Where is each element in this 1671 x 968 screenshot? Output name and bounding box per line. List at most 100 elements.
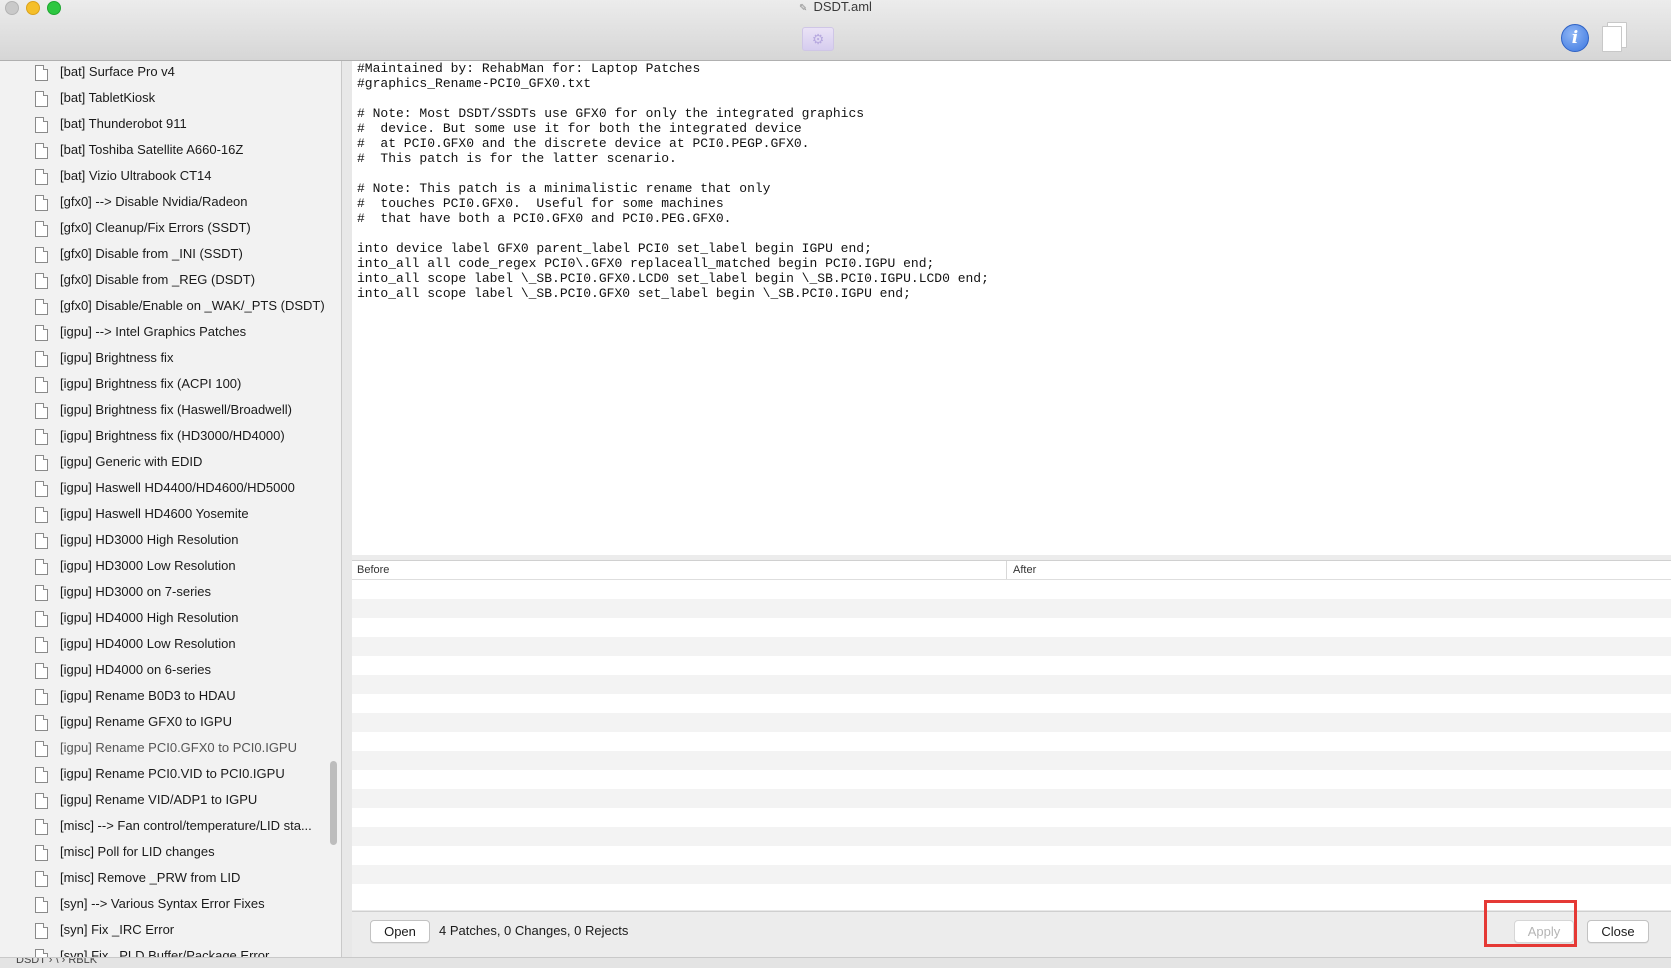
table-row[interactable]: [352, 713, 1671, 732]
table-row[interactable]: [352, 637, 1671, 656]
sidebar-item[interactable]: [igpu] Rename PCI0.GFX0 to PCI0.IGPU: [0, 735, 328, 761]
diff-rows: [352, 580, 1671, 903]
sidebar-item[interactable]: [igpu] Brightness fix: [0, 345, 328, 371]
file-icon: [35, 455, 48, 471]
sidebar-item[interactable]: [igpu] --> Intel Graphics Patches: [0, 319, 328, 345]
sidebar-item-label: [gfx0] Disable/Enable on _WAK/_PTS (DSDT…: [60, 298, 325, 313]
sidebar-item-label: [igpu] Rename PCI0.VID to PCI0.IGPU: [60, 766, 285, 781]
sidebar-item[interactable]: [igpu] HD4000 High Resolution: [0, 605, 328, 631]
page-front-shape: [1602, 26, 1622, 52]
table-row[interactable]: [352, 789, 1671, 808]
file-icon: [35, 741, 48, 757]
sidebar-item[interactable]: [misc] --> Fan control/temperature/LID s…: [0, 813, 328, 839]
sidebar-item[interactable]: [igpu] Brightness fix (HD3000/HD4000): [0, 423, 328, 449]
sidebar-item[interactable]: [bat] Surface Pro v4: [0, 61, 328, 85]
sidebar-item[interactable]: [igpu] Rename GFX0 to IGPU: [0, 709, 328, 735]
table-row[interactable]: [352, 656, 1671, 675]
table-row[interactable]: [352, 865, 1671, 884]
sidebar-item[interactable]: [igpu] Rename VID/ADP1 to IGPU: [0, 787, 328, 813]
bottom-bar: Open 4 Patches, 0 Changes, 0 Rejects App…: [352, 911, 1671, 958]
sidebar-item-label: [igpu] Brightness fix: [60, 350, 174, 365]
sidebar-item[interactable]: [syn] --> Various Syntax Error Fixes: [0, 891, 328, 917]
patch-text-editor[interactable]: #Maintained by: RehabMan for: Laptop Pat…: [352, 61, 1671, 556]
sidebar-item-label: [igpu] Rename B0D3 to HDAU: [60, 688, 236, 703]
file-icon: [35, 273, 48, 289]
file-icon: [35, 507, 48, 523]
sidebar-item[interactable]: [igpu] Rename B0D3 to HDAU: [0, 683, 328, 709]
column-header-before[interactable]: Before: [357, 564, 389, 576]
file-icon: [35, 117, 48, 133]
file-icon: [35, 845, 48, 861]
table-row[interactable]: [352, 580, 1671, 599]
info-icon[interactable]: i: [1561, 24, 1589, 52]
patch-text[interactable]: #Maintained by: RehabMan for: Laptop Pat…: [357, 61, 989, 301]
file-icon: [35, 403, 48, 419]
file-icon: [35, 767, 48, 783]
sidebar-item[interactable]: [gfx0] Cleanup/Fix Errors (SSDT): [0, 215, 328, 241]
gear-icon[interactable]: ⚙: [802, 27, 834, 51]
sidebar-item[interactable]: [igpu] HD3000 on 7-series: [0, 579, 328, 605]
sidebar-item[interactable]: [syn] Fix _IRC Error: [0, 917, 328, 943]
table-row[interactable]: [352, 770, 1671, 789]
table-row[interactable]: [352, 599, 1671, 618]
sidebar-item-label: [igpu] HD3000 on 7-series: [60, 584, 212, 599]
sidebar-item[interactable]: [misc] Remove _PRW from LID: [0, 865, 328, 891]
sidebar-item[interactable]: [igpu] Brightness fix (Haswell/Broadwell…: [0, 397, 328, 423]
table-row[interactable]: [352, 884, 1671, 903]
sidebar-item-label: [misc] --> Fan control/temperature/LID s…: [60, 818, 312, 833]
sidebar-item[interactable]: [igpu] Brightness fix (ACPI 100): [0, 371, 328, 397]
breadcrumb[interactable]: DSDT › \ › RBLK: [16, 958, 97, 966]
sidebar-item-label: [igpu] HD4000 High Resolution: [60, 610, 239, 625]
sidebar-item-label: [misc] Poll for LID changes: [60, 844, 215, 859]
sidebar-item[interactable]: [igpu] Generic with EDID: [0, 449, 328, 475]
sidebar-item-label: [igpu] Rename GFX0 to IGPU: [60, 714, 232, 729]
file-icon: [35, 871, 48, 887]
sidebar-item[interactable]: [bat] Thunderobot 911: [0, 111, 328, 137]
sidebar-item-label: [gfx0] Cleanup/Fix Errors (SSDT): [60, 220, 251, 235]
sidebar-item[interactable]: [syn] Fix _PLD Buffer/Package Error: [0, 943, 328, 957]
table-row[interactable]: [352, 675, 1671, 694]
patch-status-text: 4 Patches, 0 Changes, 0 Rejects: [439, 923, 629, 938]
open-button[interactable]: Open: [370, 920, 430, 943]
table-row[interactable]: [352, 751, 1671, 770]
file-icon: [35, 715, 48, 731]
file-icon: [35, 247, 48, 263]
sidebar-item[interactable]: [misc] Poll for LID changes: [0, 839, 328, 865]
pages-icon[interactable]: [1602, 22, 1627, 52]
column-header-after[interactable]: After: [1013, 564, 1036, 576]
table-row[interactable]: [352, 827, 1671, 846]
file-icon: [35, 377, 48, 393]
sidebar-item[interactable]: [igpu] Haswell HD4400/HD4600/HD5000: [0, 475, 328, 501]
file-icon: [35, 65, 48, 81]
sidebar-item[interactable]: [igpu] Haswell HD4600 Yosemite: [0, 501, 328, 527]
sidebar-scrollbar[interactable]: [330, 761, 337, 845]
apply-highlight-box: [1484, 900, 1577, 947]
patch-list-sidebar[interactable]: [bat] Surface Pro v4 [bat] TabletKiosk [ba…: [0, 61, 342, 957]
sidebar-item[interactable]: [igpu] HD3000 Low Resolution: [0, 553, 328, 579]
sidebar-item[interactable]: [gfx0] Disable from _INI (SSDT): [0, 241, 328, 267]
table-row[interactable]: [352, 694, 1671, 713]
sidebar-item[interactable]: [igpu] HD4000 on 6-series: [0, 657, 328, 683]
sidebar-item-label: [gfx0] --> Disable Nvidia/Radeon: [60, 194, 248, 209]
sidebar-item[interactable]: [gfx0] Disable/Enable on _WAK/_PTS (DSDT…: [0, 293, 328, 319]
table-row[interactable]: [352, 846, 1671, 865]
column-separator[interactable]: [1006, 561, 1007, 579]
close-button[interactable]: Close: [1587, 920, 1649, 943]
sidebar-item[interactable]: [igpu] HD4000 Low Resolution: [0, 631, 328, 657]
sidebar-item-label: [bat] Thunderobot 911: [60, 116, 187, 131]
table-row[interactable]: [352, 618, 1671, 637]
document-icon: ✎: [799, 3, 808, 14]
sidebar-item[interactable]: [bat] Vizio Ultrabook CT14: [0, 163, 328, 189]
sidebar-item-label: [igpu] Brightness fix (HD3000/HD4000): [60, 428, 285, 443]
table-row[interactable]: [352, 808, 1671, 827]
table-row[interactable]: [352, 732, 1671, 751]
sidebar-item[interactable]: [igpu] Rename PCI0.VID to PCI0.IGPU: [0, 761, 328, 787]
file-icon: [35, 689, 48, 705]
sidebar-item[interactable]: [bat] TabletKiosk: [0, 85, 328, 111]
sidebar-item[interactable]: [bat] Toshiba Satellite A660-16Z: [0, 137, 328, 163]
diff-table[interactable]: Before After: [352, 561, 1671, 910]
sidebar-item[interactable]: [igpu] HD3000 High Resolution: [0, 527, 328, 553]
sidebar-item[interactable]: [gfx0] --> Disable Nvidia/Radeon: [0, 189, 328, 215]
sidebar-item[interactable]: [gfx0] Disable from _REG (DSDT): [0, 267, 328, 293]
sidebar-item-label: [bat] Surface Pro v4: [60, 64, 175, 79]
